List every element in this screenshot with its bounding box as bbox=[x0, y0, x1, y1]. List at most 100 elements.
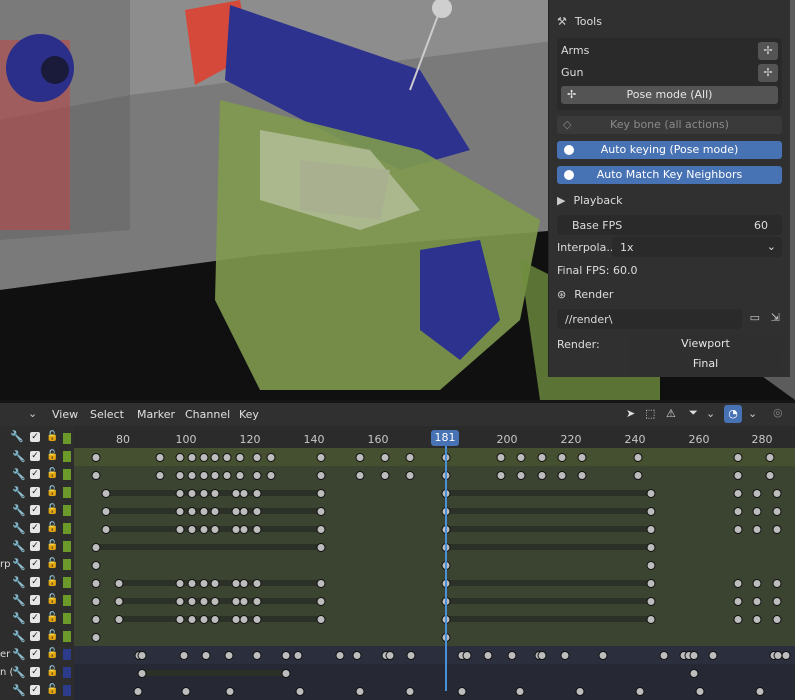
keyframe[interactable] bbox=[101, 507, 111, 516]
auto-keying-toggle[interactable]: Auto keying (Pose mode) bbox=[557, 141, 782, 159]
channel-header[interactable]: 🔧 ✓ 🔓 bbox=[0, 502, 74, 520]
keyframe[interactable] bbox=[114, 615, 124, 624]
keyframe[interactable] bbox=[752, 579, 762, 588]
keyframe-track[interactable] bbox=[74, 520, 795, 538]
wrench-icon[interactable]: 🔧 bbox=[12, 576, 26, 589]
keyframe[interactable] bbox=[175, 471, 185, 480]
keyframe[interactable] bbox=[316, 597, 326, 606]
chevron-down-icon[interactable]: ⌄ bbox=[28, 407, 37, 420]
keyframe[interactable] bbox=[405, 687, 415, 696]
channel-header[interactable]: 🔧 ✓ 🔓 bbox=[0, 448, 74, 466]
keyframe[interactable] bbox=[181, 687, 191, 696]
keyframe[interactable] bbox=[598, 651, 608, 660]
keyframe[interactable] bbox=[187, 453, 197, 462]
keyframe-track[interactable] bbox=[74, 592, 795, 610]
keyframe[interactable] bbox=[577, 453, 587, 462]
keyframe[interactable] bbox=[659, 651, 669, 660]
keyframe[interactable] bbox=[355, 453, 365, 462]
current-frame-indicator[interactable]: 181 bbox=[431, 430, 459, 446]
menu-key[interactable]: Key bbox=[239, 408, 259, 421]
channel-header[interactable]: 🔧 ✓ 🔓 bbox=[0, 574, 74, 592]
keyframe[interactable] bbox=[733, 471, 743, 480]
lock-icon[interactable]: 🔓 bbox=[46, 468, 58, 479]
key-bone-all-button[interactable]: ◇ Key bone (all actions) bbox=[557, 116, 782, 134]
tools-header[interactable]: ⚒ Tools bbox=[557, 11, 782, 31]
lock-icon[interactable]: 🔓 bbox=[46, 486, 58, 497]
channel-row[interactable]: n (🔧 ✓ 🔓 bbox=[0, 664, 795, 682]
keyframe[interactable] bbox=[507, 651, 517, 660]
channel-row[interactable]: 🔧 ✓ 🔓 bbox=[0, 610, 795, 628]
menu-marker[interactable]: Marker bbox=[137, 408, 175, 421]
keyframe[interactable] bbox=[224, 651, 234, 660]
keyframe[interactable] bbox=[199, 489, 209, 498]
channel-header[interactable]: rp 🔧 ✓ 🔓 bbox=[0, 556, 74, 574]
keyframe[interactable] bbox=[187, 615, 197, 624]
wrench-icon[interactable]: 🔧 bbox=[12, 666, 26, 679]
channel-row[interactable]: 🔧 ✓ 🔓 bbox=[0, 628, 795, 646]
keyframe[interactable] bbox=[239, 579, 249, 588]
keyframe[interactable] bbox=[385, 651, 395, 660]
chevron-down-icon[interactable]: ⌄ bbox=[748, 407, 757, 420]
keyframe[interactable] bbox=[199, 453, 209, 462]
menu-view[interactable]: View bbox=[52, 408, 78, 421]
keyframe[interactable] bbox=[575, 687, 585, 696]
keyframe[interactable] bbox=[225, 687, 235, 696]
lock-icon[interactable]: 🔓 bbox=[46, 594, 58, 605]
keyframe-track[interactable] bbox=[74, 664, 795, 682]
checkbox-icon[interactable]: ✓ bbox=[30, 541, 40, 551]
interp-select[interactable]: 1x ⌄ bbox=[612, 237, 782, 257]
keyframe[interactable] bbox=[772, 597, 782, 606]
3d-viewport[interactable]: ⚒ Tools Arms ✢ Gun ✢ ✢ Pose mode (All) ◇… bbox=[0, 0, 795, 400]
keyframe[interactable] bbox=[210, 579, 220, 588]
channel-header[interactable]: 🔧 ✓ 🔓 bbox=[0, 538, 74, 556]
keyframe[interactable] bbox=[210, 471, 220, 480]
keyframe[interactable] bbox=[252, 489, 262, 498]
lock-icon[interactable]: 🔓 bbox=[46, 431, 58, 442]
proportional-edit-icon[interactable]: ◔ bbox=[724, 405, 742, 423]
keyframe[interactable] bbox=[733, 489, 743, 498]
keyframe[interactable] bbox=[155, 453, 165, 462]
menu-channel[interactable]: Channel bbox=[185, 408, 230, 421]
channel-header[interactable]: 🔧 ✓ 🔓 bbox=[0, 610, 74, 628]
keyframe-track[interactable] bbox=[74, 610, 795, 628]
keyframe[interactable] bbox=[515, 687, 525, 696]
pose-mode-all-button[interactable]: ✢ Pose mode (All) bbox=[561, 86, 778, 104]
chevron-down-icon[interactable]: ⌄ bbox=[706, 407, 715, 420]
keyframe[interactable] bbox=[633, 453, 643, 462]
lock-icon[interactable]: 🔓 bbox=[46, 504, 58, 515]
keyframe[interactable] bbox=[695, 687, 705, 696]
checkbox-icon[interactable]: ✓ bbox=[30, 559, 40, 569]
channel-row[interactable]: 🔧 ✓ 🔓 bbox=[0, 682, 795, 700]
keyframe[interactable] bbox=[91, 471, 101, 480]
keyframe[interactable] bbox=[646, 579, 656, 588]
gun-pose-icon[interactable]: ✢ bbox=[758, 64, 778, 82]
keyframe[interactable] bbox=[765, 453, 775, 462]
lock-icon[interactable]: 🔓 bbox=[46, 522, 58, 533]
keyframe[interactable] bbox=[91, 579, 101, 588]
arms-pose-icon[interactable]: ✢ bbox=[758, 42, 778, 60]
lock-icon[interactable]: 🔓 bbox=[46, 648, 58, 659]
keyframe[interactable] bbox=[355, 687, 365, 696]
keyframe[interactable] bbox=[316, 471, 326, 480]
keyframe[interactable] bbox=[133, 687, 143, 696]
keyframe[interactable] bbox=[380, 471, 390, 480]
keyframe[interactable] bbox=[635, 687, 645, 696]
keyframe[interactable] bbox=[199, 525, 209, 534]
keyframe[interactable] bbox=[752, 615, 762, 624]
keyframe[interactable] bbox=[239, 507, 249, 516]
keyframe[interactable] bbox=[210, 615, 220, 624]
wrench-icon[interactable]: 🔧 bbox=[12, 612, 26, 625]
keyframe[interactable] bbox=[252, 525, 262, 534]
render-viewport-button[interactable]: Viewport bbox=[629, 334, 782, 354]
lock-icon[interactable]: 🔓 bbox=[46, 630, 58, 641]
wrench-icon[interactable]: 🔧 bbox=[12, 450, 26, 463]
wrench-icon[interactable]: 🔧 bbox=[12, 648, 26, 661]
keyframe[interactable] bbox=[733, 507, 743, 516]
keyframe[interactable] bbox=[252, 453, 262, 462]
keyframe[interactable] bbox=[266, 471, 276, 480]
snap-circle-icon[interactable]: ◎ bbox=[773, 406, 783, 419]
keyframe-track[interactable] bbox=[74, 628, 795, 646]
keyframe[interactable] bbox=[187, 597, 197, 606]
keyframe[interactable] bbox=[733, 579, 743, 588]
keyframe[interactable] bbox=[733, 615, 743, 624]
